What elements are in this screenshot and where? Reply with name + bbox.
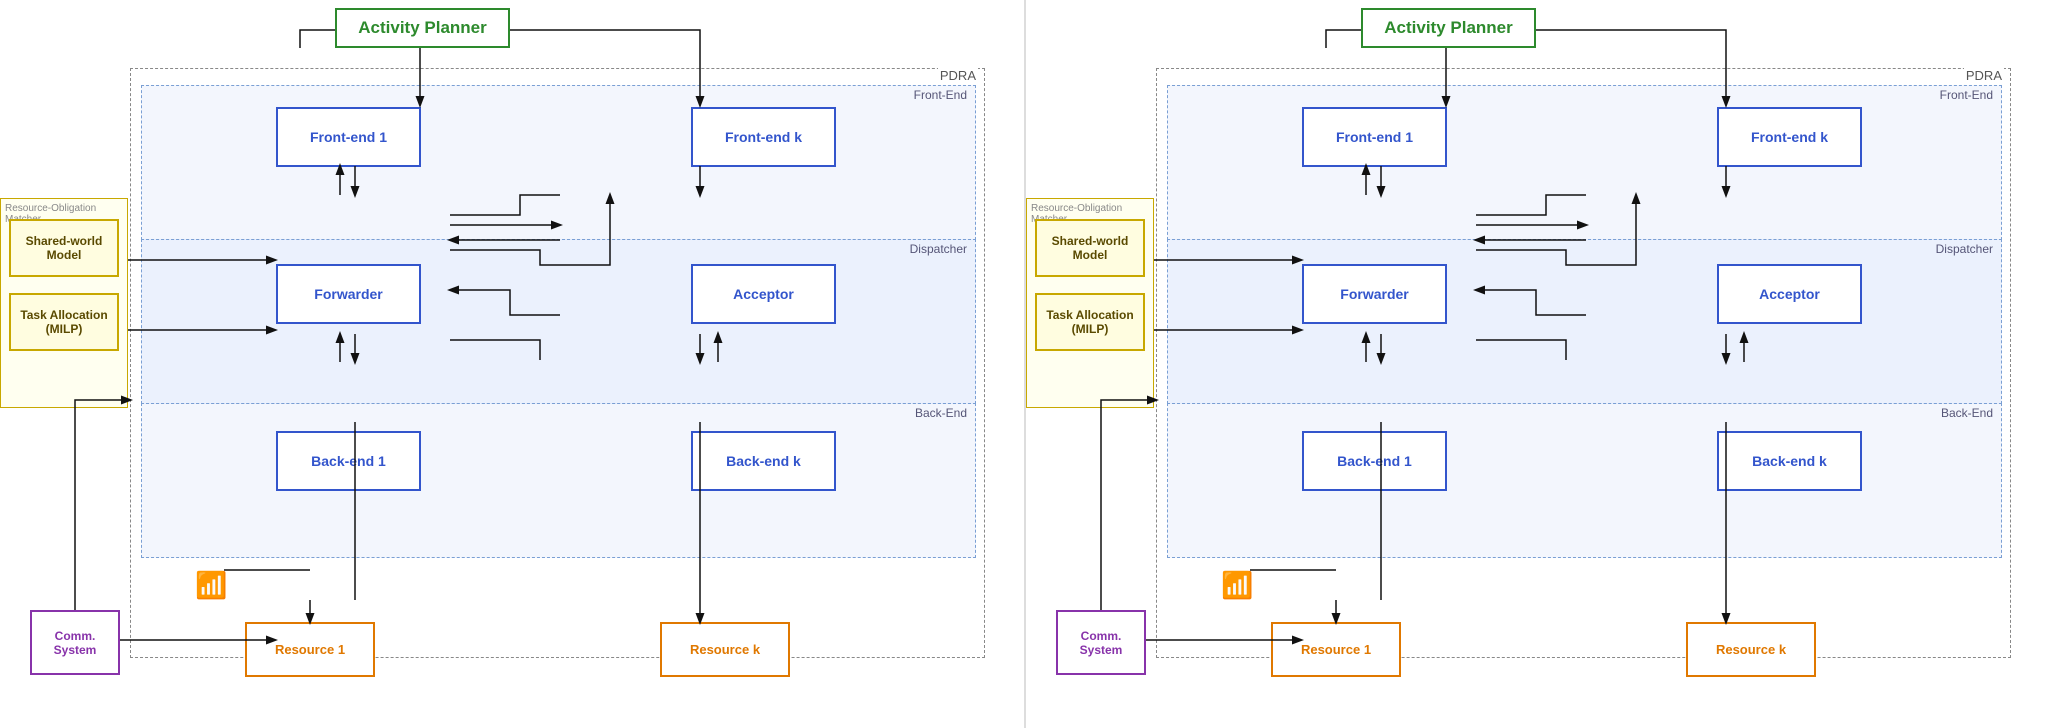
left-diagram: Activity Planner PDRA Front-End Dispatch… bbox=[0, 0, 1024, 728]
backend-section-right: Back-End bbox=[1167, 403, 2002, 558]
backendk-right: Back-end k bbox=[1717, 431, 1862, 491]
pdra-label-right: PDRA bbox=[1964, 68, 2004, 83]
dispatcher-section-left: Dispatcher bbox=[141, 239, 976, 404]
backend-label-left: Back-End bbox=[915, 406, 967, 420]
forwarder-right: Forwarder bbox=[1302, 264, 1447, 324]
activity-planner-left: Activity Planner bbox=[335, 8, 510, 48]
resource1-right: Resource 1 bbox=[1271, 622, 1401, 677]
task-allocation-left: Task Allocation (MILP) bbox=[9, 293, 119, 351]
resourcek-right: Resource k bbox=[1686, 622, 1816, 677]
resource1-left: Resource 1 bbox=[245, 622, 375, 677]
acceptor-left: Acceptor bbox=[691, 264, 836, 324]
resourcek-left: Resource k bbox=[660, 622, 790, 677]
activity-planner-right: Activity Planner bbox=[1361, 8, 1536, 48]
rom-box-left: Resource-Obligation Matcher Shared-world… bbox=[0, 198, 128, 408]
wifi-icon-left: 📶 bbox=[195, 570, 227, 601]
task-allocation-right: Task Allocation (MILP) bbox=[1035, 293, 1145, 351]
dispatcher-section-right: Dispatcher bbox=[1167, 239, 2002, 404]
acceptor-right: Acceptor bbox=[1717, 264, 1862, 324]
frontend1-left: Front-end 1 bbox=[276, 107, 421, 167]
backend-label-right: Back-End bbox=[1941, 406, 1993, 420]
backendk-left: Back-end k bbox=[691, 431, 836, 491]
backend1-left: Back-end 1 bbox=[276, 431, 421, 491]
dispatcher-label-left: Dispatcher bbox=[910, 242, 967, 256]
shared-world-right: Shared-world Model bbox=[1035, 219, 1145, 277]
frontend-label-left: Front-End bbox=[914, 88, 967, 102]
dispatcher-label-right: Dispatcher bbox=[1936, 242, 1993, 256]
frontend-section-right: Front-End bbox=[1167, 85, 2002, 240]
backend-section-left: Back-End bbox=[141, 403, 976, 558]
forwarder-left: Forwarder bbox=[276, 264, 421, 324]
shared-world-left: Shared-world Model bbox=[9, 219, 119, 277]
pdra-label-left: PDRA bbox=[938, 68, 978, 83]
right-diagram: Activity Planner PDRA Front-End Dispatch… bbox=[1026, 0, 2048, 728]
backend1-right: Back-end 1 bbox=[1302, 431, 1447, 491]
comm-system-left: Comm. System bbox=[30, 610, 120, 675]
rom-box-right: Resource-Obligation Matcher Shared-world… bbox=[1026, 198, 1154, 408]
frontend-section-left: Front-End bbox=[141, 85, 976, 240]
frontend1-right: Front-end 1 bbox=[1302, 107, 1447, 167]
frontendk-right: Front-end k bbox=[1717, 107, 1862, 167]
frontend-label-right: Front-End bbox=[1940, 88, 1993, 102]
comm-system-right: Comm. System bbox=[1056, 610, 1146, 675]
wifi-icon-right: 📶 bbox=[1221, 570, 1253, 601]
frontendk-left: Front-end k bbox=[691, 107, 836, 167]
pdra-box-left: PDRA Front-End Dispatcher Back-End Front… bbox=[130, 68, 985, 658]
pdra-box-right: PDRA Front-End Dispatcher Back-End Front… bbox=[1156, 68, 2011, 658]
